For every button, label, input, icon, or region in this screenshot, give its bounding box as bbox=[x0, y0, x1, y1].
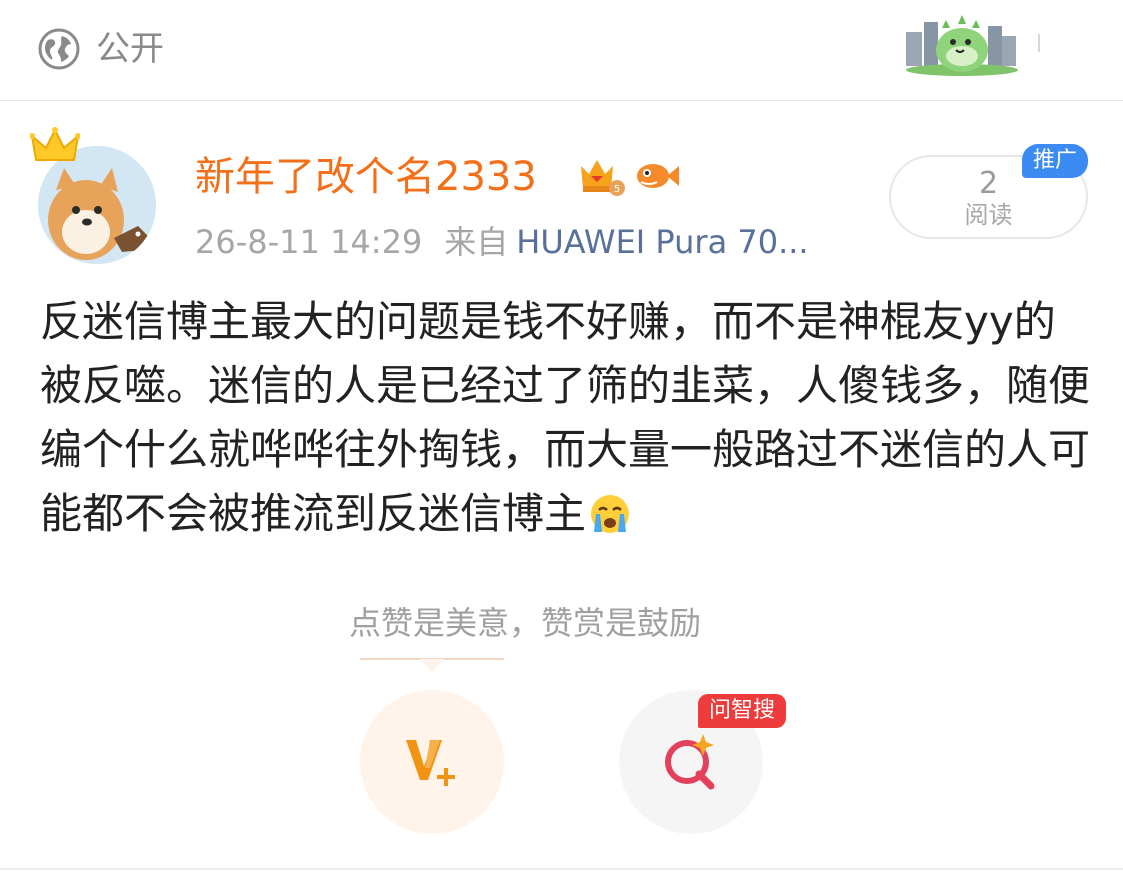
top-bar: 公开 bbox=[0, 0, 1123, 101]
reward-v-plus-icon bbox=[406, 740, 455, 786]
slogan-pointer bbox=[420, 659, 444, 673]
reward-slogan: 点赞是美意，赞赏是鼓励 bbox=[348, 604, 701, 642]
member-badges[interactable]: 5 bbox=[577, 152, 681, 200]
smart-search-badge[interactable]: 问智搜 bbox=[698, 694, 786, 728]
svg-text:5: 5 bbox=[614, 184, 620, 195]
post-body: 反迷信博主最大的问题是钱不好赚，而不是神棍友yy的被反噬。迷信的人是已经过了筛的… bbox=[40, 290, 1090, 546]
vip-crown-badge-icon: 5 bbox=[581, 160, 625, 196]
read-label: 阅读 bbox=[964, 201, 1013, 229]
source-prefix: 来自 bbox=[444, 223, 509, 261]
post-meta: 26-8-11 14:29 来自 HUAWEI Pura 70... bbox=[195, 220, 809, 264]
post-text: 反迷信博主最大的问题是钱不好赚，而不是神棍友yy的被反噬。迷信的人是已经过了筛的… bbox=[40, 297, 1091, 538]
promo-badge[interactable]: 推广 bbox=[1022, 144, 1088, 178]
top-divider bbox=[1038, 34, 1040, 52]
crown-icon bbox=[30, 127, 80, 161]
smart-search-icon bbox=[665, 734, 715, 790]
fish-badge-icon bbox=[637, 164, 679, 188]
device-link[interactable]: HUAWEI Pura 70... bbox=[516, 223, 808, 261]
reward-button[interactable] bbox=[360, 690, 504, 834]
crying-face-emoji-icon bbox=[591, 495, 630, 533]
globe-icon bbox=[38, 28, 80, 70]
bottom-divider bbox=[0, 868, 1123, 870]
post-timestamp: 26-8-11 14:29 bbox=[195, 223, 423, 261]
visibility-label[interactable]: 公开 bbox=[96, 26, 164, 72]
dinosaur-sticker-icon bbox=[906, 15, 1018, 76]
author-name[interactable]: 新年了改个名2333 bbox=[195, 150, 537, 204]
